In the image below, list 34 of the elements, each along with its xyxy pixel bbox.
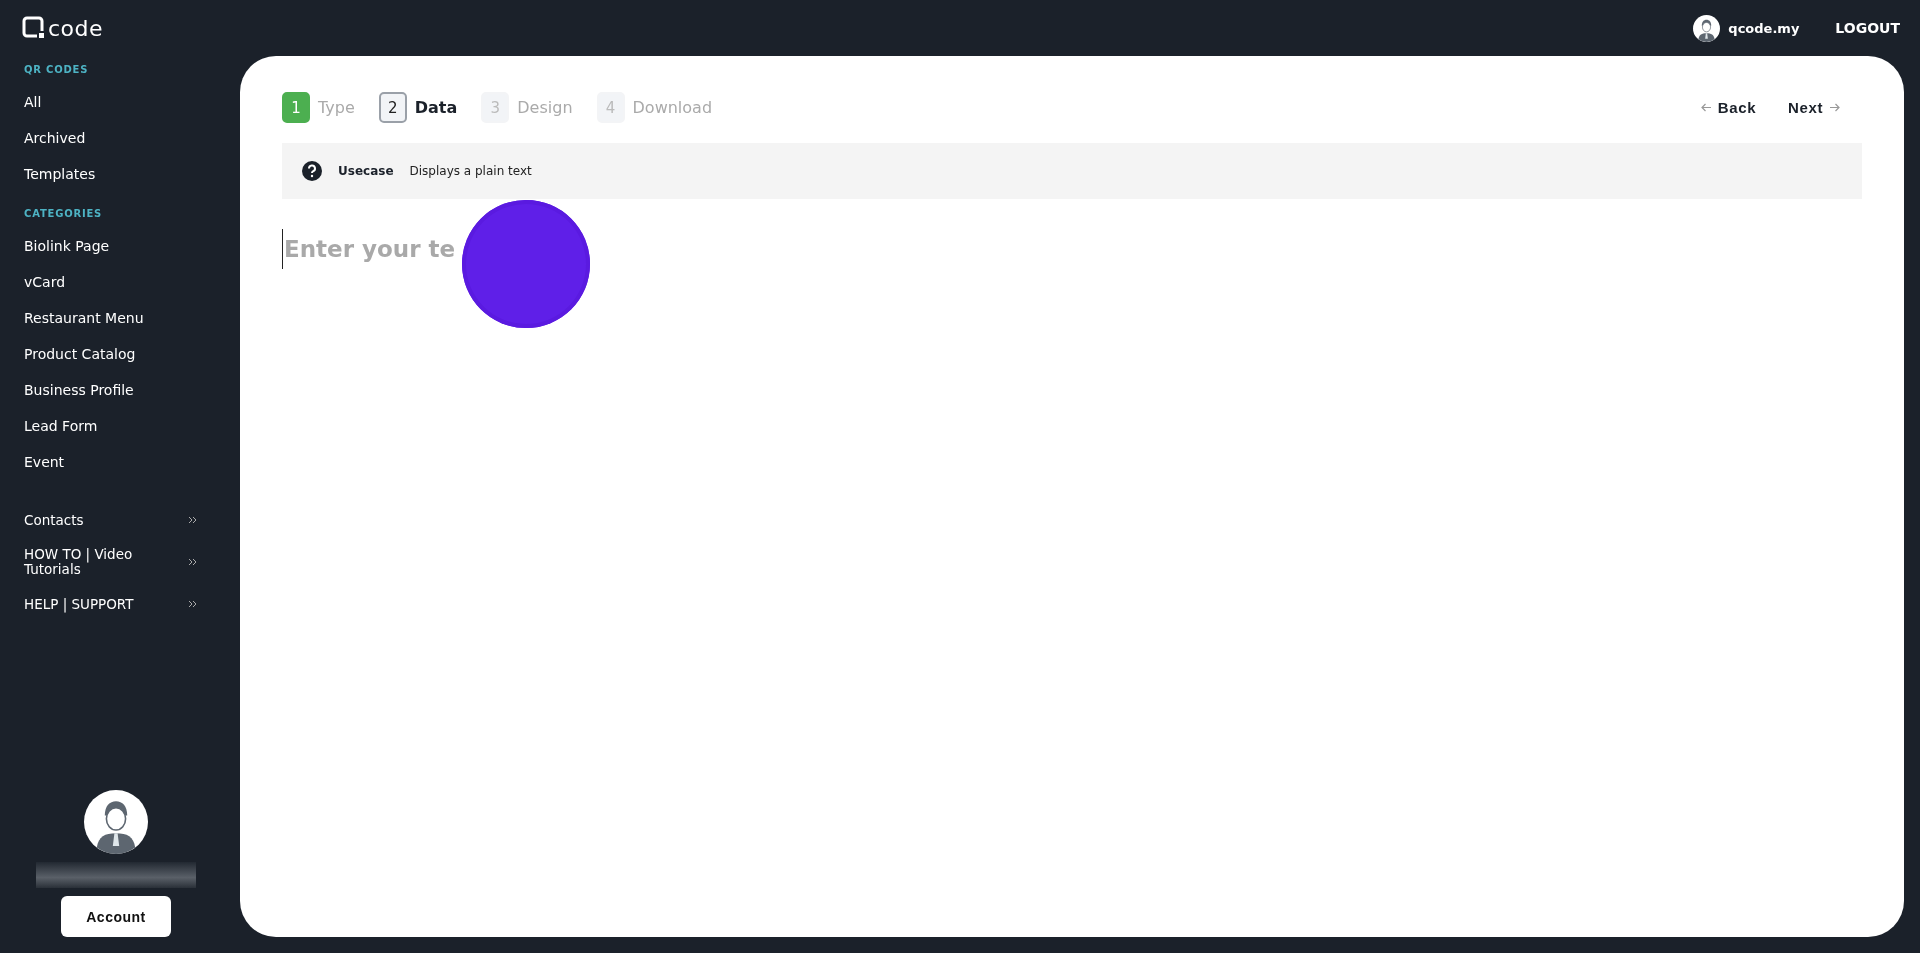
arrow-right-icon <box>1829 103 1840 112</box>
sidebar-item[interactable]: Business Profile <box>24 380 240 416</box>
sidebar-link[interactable]: HELP | SUPPORT <box>24 586 198 622</box>
avatar-icon <box>84 790 148 854</box>
usecase-label: Usecase <box>338 164 394 178</box>
section-title: QR CODES <box>24 64 90 75</box>
sidebar-item[interactable]: Biolink Page <box>24 236 240 272</box>
step-number[interactable]: 2 <box>378 92 407 123</box>
sidebar-item[interactable]: Product Catalog <box>24 344 240 380</box>
sidebar-link[interactable]: HOW TO | Video Tutorials <box>24 544 198 580</box>
sidebar-item[interactable]: Event <box>24 452 240 488</box>
double-chevron-icon <box>188 599 198 609</box>
back-button[interactable]: Back <box>1700 99 1757 116</box>
double-chevron-icon <box>188 515 198 525</box>
sidebar-item[interactable]: Lead Form <box>24 416 240 452</box>
sidebar-item[interactable]: Templates <box>24 164 240 200</box>
username[interactable]: qcode.my <box>1728 20 1800 36</box>
sidebar-item[interactable]: All <box>24 92 240 128</box>
sidebar-item[interactable]: Restaurant Menu <box>24 308 240 344</box>
step-label[interactable]: Data <box>414 98 458 117</box>
section-title: CATEGORIES <box>24 208 104 219</box>
logo-text[interactable]: code <box>48 15 104 41</box>
account-button[interactable]: Account <box>61 896 171 937</box>
next-button[interactable]: Next <box>1788 99 1840 116</box>
arrow-left-icon <box>1700 103 1712 112</box>
sidebar-item[interactable]: vCard <box>24 272 240 308</box>
sidebar-link[interactable]: Contacts <box>24 502 198 538</box>
avatar-icon <box>1693 14 1721 42</box>
double-chevron-icon <box>188 557 198 567</box>
sidebar-item[interactable]: Archived <box>24 128 240 164</box>
logo-icon <box>22 16 46 40</box>
usecase-text: Displays a plain text <box>409 164 532 178</box>
logout-link[interactable]: LOGOUT <box>1835 20 1900 36</box>
help-icon <box>302 161 322 181</box>
